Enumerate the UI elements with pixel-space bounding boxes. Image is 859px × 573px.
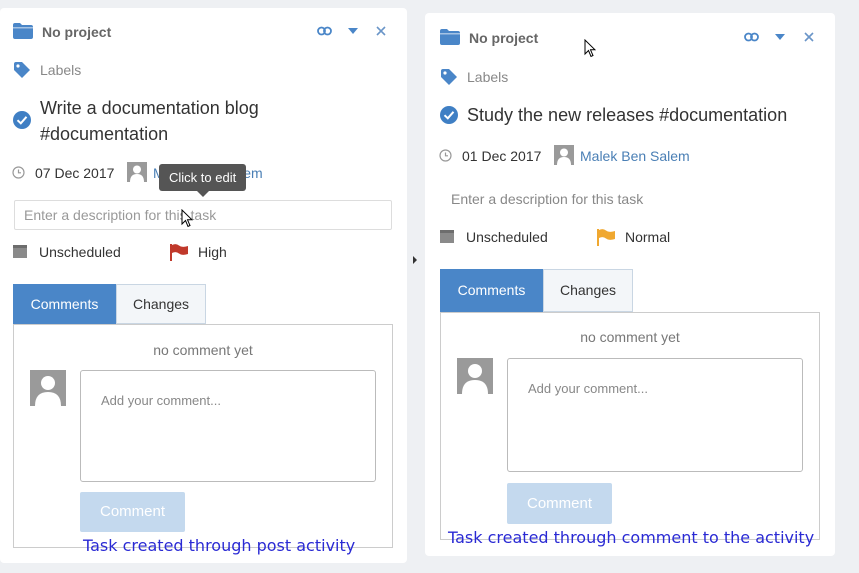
task-title-line1: Write a documentation blog xyxy=(40,98,259,118)
folder-icon xyxy=(440,29,460,45)
assignee-avatar xyxy=(127,162,147,182)
task-panel-left: No project Labels Write a documentation … xyxy=(0,8,407,563)
mouse-cursor-icon xyxy=(584,39,596,58)
comment-textarea[interactable]: Add your comment... xyxy=(507,358,803,472)
no-comment-text: no comment yet xyxy=(153,342,253,358)
labels-field[interactable]: Labels xyxy=(467,69,508,85)
folder-icon xyxy=(13,23,33,39)
labels-field[interactable]: Labels xyxy=(40,62,81,78)
tab-changes[interactable]: Changes xyxy=(543,269,633,312)
check-circle-icon[interactable] xyxy=(13,111,31,129)
link-icon[interactable] xyxy=(744,32,759,42)
priority-field[interactable]: Normal xyxy=(625,229,670,245)
chevron-right-icon[interactable] xyxy=(412,256,418,264)
schedule-field[interactable]: Unscheduled xyxy=(466,229,548,245)
flag-icon xyxy=(170,244,188,261)
tag-icon xyxy=(440,68,458,86)
project-name[interactable]: No project xyxy=(469,30,538,46)
task-title[interactable]: Study the new releases #documentation xyxy=(467,102,787,128)
task-title-line2: #documentation xyxy=(40,124,169,144)
tab-changes[interactable]: Changes xyxy=(116,284,206,324)
caption: Task created through post activity xyxy=(83,536,356,555)
tab-comments[interactable]: Comments xyxy=(440,269,543,312)
calendar-icon xyxy=(13,244,27,258)
tag-icon xyxy=(13,61,31,79)
schedule-field[interactable]: Unscheduled xyxy=(39,244,121,260)
user-avatar xyxy=(30,370,66,406)
due-date[interactable]: 07 Dec 2017 xyxy=(35,165,114,181)
no-comment-text: no comment yet xyxy=(580,329,680,345)
mouse-cursor-icon xyxy=(181,209,193,228)
calendar-icon xyxy=(440,229,454,243)
tab-comments[interactable]: Comments xyxy=(13,284,116,324)
assignee-name[interactable]: Malek Ben Salem xyxy=(580,148,690,164)
link-icon[interactable] xyxy=(317,26,332,36)
clock-icon xyxy=(439,149,452,162)
caption: Task created through comment to the acti… xyxy=(448,528,815,547)
description-input[interactable]: Enter a description for this task xyxy=(451,191,643,207)
comment-textarea[interactable]: Add your comment... xyxy=(80,370,376,482)
description-input[interactable]: Enter a description for this task xyxy=(14,200,392,230)
user-avatar xyxy=(457,358,493,394)
close-icon[interactable] xyxy=(804,32,814,42)
clock-icon xyxy=(12,166,25,179)
task-panel-right: No project Labels Study the new releases… xyxy=(425,13,835,556)
assignee-avatar xyxy=(554,145,574,165)
project-name[interactable]: No project xyxy=(42,24,111,40)
priority-field[interactable]: High xyxy=(198,244,227,260)
close-icon[interactable] xyxy=(376,26,386,36)
due-date[interactable]: 01 Dec 2017 xyxy=(462,148,541,164)
comment-button[interactable]: Comment xyxy=(80,492,185,532)
caret-down-icon[interactable] xyxy=(775,34,785,40)
check-circle-icon[interactable] xyxy=(440,106,458,124)
caret-down-icon[interactable] xyxy=(348,28,358,34)
comment-button[interactable]: Comment xyxy=(507,483,612,524)
task-title[interactable]: Write a documentation blog #documentatio… xyxy=(40,95,370,147)
tooltip: Click to edit xyxy=(159,164,247,197)
flag-icon xyxy=(597,229,615,246)
